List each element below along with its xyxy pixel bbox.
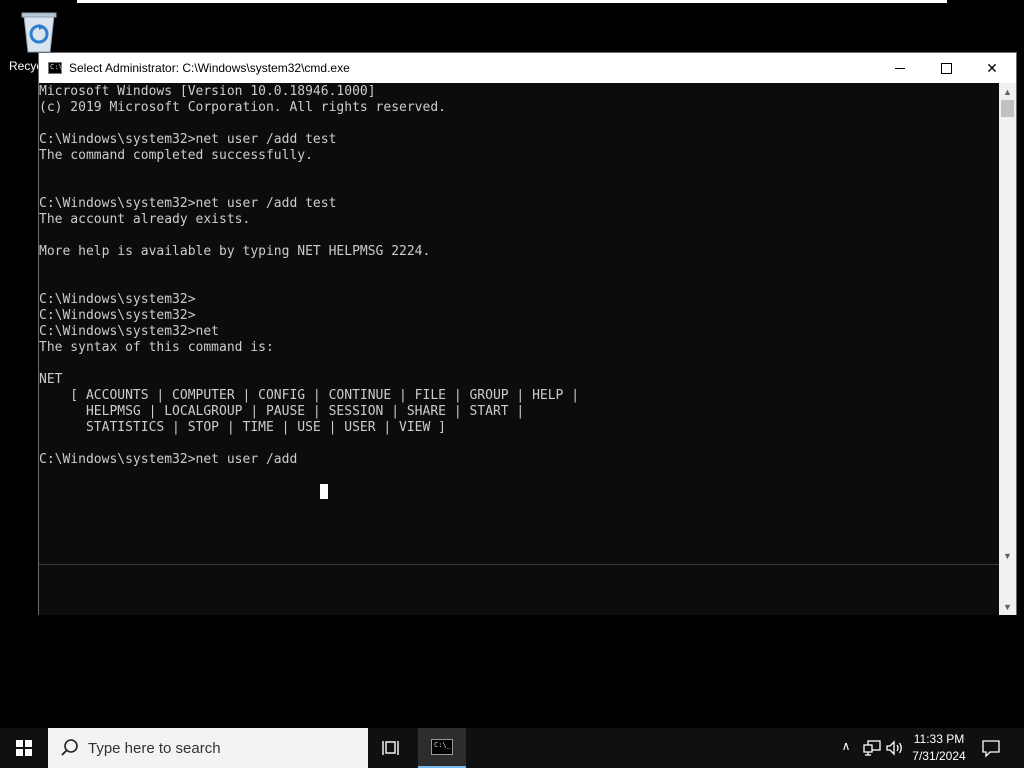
show-hidden-icons-button[interactable]: ∧ xyxy=(838,739,854,755)
action-center-icon[interactable] xyxy=(980,738,1002,758)
text-cursor xyxy=(320,484,328,499)
lower-scrollbar[interactable]: ▼ xyxy=(999,564,1016,615)
cmd-window[interactable]: C:\ Select Administrator: C:\Windows\sys… xyxy=(38,52,1017,615)
taskbar-clock[interactable]: 11:33 PM 7/31/2024 xyxy=(906,731,972,765)
background-window-edge xyxy=(77,0,947,3)
scroll-up-button[interactable]: ▲ xyxy=(999,83,1016,100)
console-lower-pane xyxy=(39,564,1000,615)
taskbar-cmd-button[interactable]: C:\_ xyxy=(418,728,466,768)
maximize-button[interactable] xyxy=(923,53,969,83)
scroll-down-button[interactable]: ▼ xyxy=(999,547,1016,564)
lower-scroll-down-button[interactable]: ▼ xyxy=(999,598,1016,615)
clock-date: 7/31/2024 xyxy=(912,749,966,763)
cmd-app-icon[interactable]: C:\ xyxy=(48,62,63,74)
vertical-scrollbar[interactable]: ▲ ▼ xyxy=(999,83,1016,564)
console-output[interactable]: Microsoft Windows [Version 10.0.18946.10… xyxy=(39,83,1000,558)
taskbar-search-box[interactable]: Type here to search xyxy=(48,728,368,768)
recycle-bin-icon xyxy=(21,12,57,53)
close-icon: ✕ xyxy=(986,59,998,76)
cmd-app-icon-text: C:\ xyxy=(50,63,63,71)
window-titlebar[interactable]: C:\ Select Administrator: C:\Windows\sys… xyxy=(39,53,1016,83)
clock-time: 11:33 PM xyxy=(913,732,965,746)
cmd-taskbar-icon-text: C:\_ xyxy=(434,741,451,749)
start-button[interactable] xyxy=(0,728,48,768)
close-button[interactable]: ✕ xyxy=(969,53,1015,83)
console-text: Microsoft Windows [Version 10.0.18946.10… xyxy=(39,84,580,467)
search-placeholder: Type here to search xyxy=(88,740,221,757)
task-view-icon xyxy=(382,741,399,755)
scroll-thumb[interactable] xyxy=(1001,100,1014,117)
network-icon[interactable] xyxy=(862,739,882,757)
volume-icon[interactable] xyxy=(885,739,905,757)
cmd-taskbar-icon: C:\_ xyxy=(431,739,453,755)
windows-logo-icon xyxy=(16,740,32,756)
minimize-button[interactable] xyxy=(877,53,923,83)
search-icon xyxy=(61,739,78,756)
taskbar: Type here to search C:\_ ∧ 11:33 PM 7/31… xyxy=(0,728,1024,768)
task-view-button[interactable] xyxy=(372,728,412,768)
window-title: Select Administrator: C:\Windows\system3… xyxy=(69,61,350,75)
